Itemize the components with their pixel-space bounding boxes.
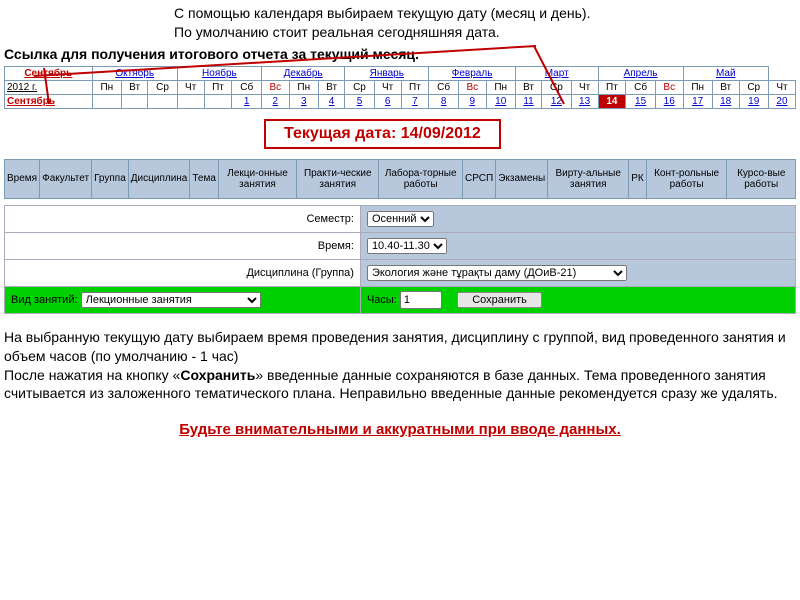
col-hdr: РК [629, 159, 647, 198]
wd: Пт [598, 80, 626, 94]
day-link[interactable]: 15 [635, 96, 646, 107]
para2b: Сохранить [180, 367, 255, 383]
col-hdr: Дисциплина [128, 159, 190, 198]
col-hdr: СРСП [462, 159, 495, 198]
day-link[interactable]: 4 [329, 96, 335, 107]
instr-line1: С помощью календаря выбираем текущую дат… [174, 5, 590, 21]
day-link[interactable]: 2 [273, 96, 279, 107]
day-link[interactable]: 5 [357, 96, 363, 107]
type-row: Вид занятий: Лекционные занятия [5, 286, 361, 313]
wd: Сб [429, 80, 459, 94]
wd: Пт [401, 80, 429, 94]
month-link-dec[interactable]: Декабрь [284, 68, 323, 79]
wd: Вт [121, 80, 147, 94]
col-hdr: Вирту-альные занятия [548, 159, 629, 198]
wd: Ср [148, 80, 177, 94]
entry-form: Семестр: Осенний Время: 10.40-11.30 Дисц… [4, 205, 796, 314]
col-hdr: Лабора-торные работы [379, 159, 463, 198]
hours-label: Часы: [367, 294, 397, 306]
month-link-sep[interactable]: Сентябрь [24, 68, 72, 79]
col-hdr: Курсо-вые работы [727, 159, 796, 198]
day-link[interactable]: 9 [470, 96, 476, 107]
col-hdr: Тема [190, 159, 219, 198]
wd: Вс [262, 80, 290, 94]
warning-text: Будьте внимательными и аккуратными при в… [4, 421, 796, 438]
calendar-table: Сентябрь Октябрь Ноябрь Декабрь Январь Ф… [4, 66, 796, 109]
month-link-may[interactable]: Май [716, 68, 736, 79]
day-link[interactable]: 10 [495, 96, 506, 107]
col-hdr: Практи-ческие занятия [297, 159, 379, 198]
col-hdr: Группа [92, 159, 129, 198]
day-link[interactable]: 11 [523, 96, 533, 107]
save-button[interactable]: Сохранить [457, 292, 542, 308]
col-hdr: Факультет [40, 159, 92, 198]
day-link[interactable]: 3 [301, 96, 307, 107]
wd: Ср [542, 80, 571, 94]
day-link[interactable]: 13 [579, 96, 590, 107]
semester-select[interactable]: Осенний [367, 211, 434, 227]
day-link[interactable]: 12 [551, 96, 562, 107]
wd: Пн [683, 80, 712, 94]
col-hdr: Лекци-онные занятия [218, 159, 296, 198]
day-link[interactable]: 18 [720, 96, 731, 107]
month-link-nov[interactable]: Ноябрь [202, 68, 237, 79]
month-link-mar[interactable]: Март [545, 68, 569, 79]
day-link[interactable]: 7 [412, 96, 418, 107]
current-date-box: Текущая дата: 14/09/2012 [264, 119, 501, 149]
wd: Ср [739, 80, 768, 94]
wd: Вт [515, 80, 541, 94]
discipline-select[interactable]: Экология және тұрақты даму (ДОиВ-21) [367, 265, 627, 281]
wd: Пн [289, 80, 318, 94]
type-select[interactable]: Лекционные занятия [81, 292, 261, 308]
month-link-oct[interactable]: Октябрь [115, 68, 154, 79]
columns-table: Время Факультет Группа Дисциплина Тема Л… [4, 159, 796, 199]
time-label: Время: [5, 232, 361, 259]
day-link[interactable]: 1 [244, 96, 250, 107]
day-link[interactable]: 16 [664, 96, 675, 107]
wd: Сб [232, 80, 262, 94]
day-link[interactable]: 20 [776, 96, 787, 107]
wd: Вс [459, 80, 487, 94]
time-select[interactable]: 10.40-11.30 [367, 238, 447, 254]
month-link-feb[interactable]: Февраль [452, 68, 493, 79]
day-link-today[interactable]: 14 [606, 96, 617, 107]
para2a: После нажатия на кнопку « [4, 367, 180, 383]
day-link[interactable]: 8 [441, 96, 447, 107]
wd: Ср [345, 80, 374, 94]
col-hdr: Экзамены [496, 159, 548, 198]
month-link-jan[interactable]: Январь [370, 68, 404, 79]
wd: Сб [626, 80, 656, 94]
year-link[interactable]: 2012 г. [7, 82, 37, 93]
month-link-apr[interactable]: Апрель [624, 68, 658, 79]
day-link[interactable]: 6 [385, 96, 391, 107]
discipline-label: Дисциплина (Группа) [5, 259, 361, 286]
wd: Вс [655, 80, 683, 94]
wd: Вт [318, 80, 344, 94]
day-link[interactable]: 19 [748, 96, 759, 107]
type-label: Вид занятий: [11, 294, 78, 306]
wd: Пн [486, 80, 515, 94]
current-month-label[interactable]: Сентябрь [7, 96, 55, 107]
hours-input[interactable] [400, 291, 442, 309]
wd: Чт [768, 80, 795, 94]
wd: Вт [712, 80, 739, 94]
col-hdr: Конт-рольные работы [646, 159, 727, 198]
day-link[interactable]: 17 [692, 96, 703, 107]
instr-bold: Ссылка для получения итогового отчета за… [4, 46, 796, 62]
wd: Чт [374, 80, 401, 94]
semester-label: Семестр: [5, 205, 361, 232]
col-hdr: Время [5, 159, 40, 198]
wd: Чт [571, 80, 598, 94]
instr-line2: По умолчанию стоит реальная сегодняшняя … [174, 24, 500, 40]
wd: Пт [204, 80, 232, 94]
para1: На выбранную текущую дату выбираем время… [4, 329, 786, 364]
wd: Чт [177, 80, 204, 94]
wd: Пн [92, 80, 121, 94]
